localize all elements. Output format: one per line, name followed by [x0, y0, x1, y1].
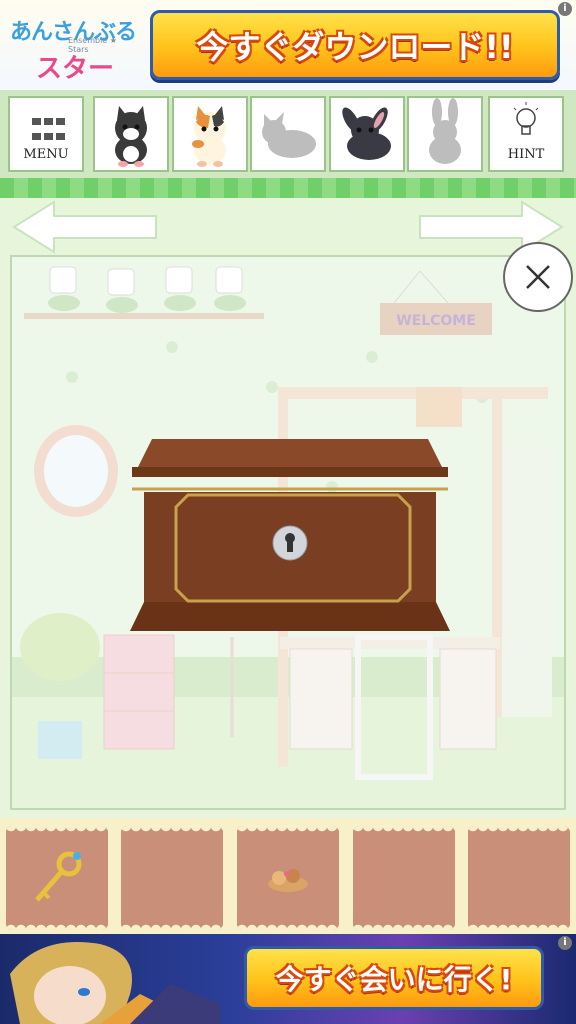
- menu-label: MENU: [23, 147, 69, 162]
- golden-key-icon: [35, 851, 82, 902]
- welcome-sign-text: WELCOME: [396, 313, 476, 329]
- inventory-slot-4[interactable]: [353, 826, 455, 930]
- toolbar-item-cat-silhouette[interactable]: [250, 96, 326, 172]
- rabbit-silhouette-icon: [429, 98, 461, 164]
- ad-info-icon[interactable]: i: [558, 2, 572, 16]
- menu-grid-icon: [32, 118, 65, 144]
- anime-character-image: [10, 942, 220, 1024]
- close-button[interactable]: [503, 242, 573, 312]
- inventory-bar: [0, 818, 576, 936]
- bottom-ad-banner[interactable]: 今すぐ会いに行く! i: [0, 934, 576, 1024]
- lightbulb-icon: [513, 102, 539, 135]
- toolbar-item-calico-cat[interactable]: [172, 96, 248, 172]
- hint-button[interactable]: HINT: [488, 96, 564, 172]
- inventory-slot-2[interactable]: [121, 826, 223, 930]
- cat-silhouette-icon: [262, 112, 316, 158]
- inventory-slot-1[interactable]: [6, 826, 108, 930]
- room-zoom-view: WELCOME: [10, 255, 566, 810]
- toolbar-item-black-rabbit[interactable]: [329, 96, 405, 172]
- grass-strip: [0, 178, 576, 198]
- left-arrow-icon[interactable]: [10, 200, 160, 254]
- hint-label: HINT: [507, 147, 545, 162]
- cookies-icon: [268, 869, 308, 892]
- ensemble-stars-logo[interactable]: あんさんぶる Ensemble ★ Stars スターズ!: [10, 8, 140, 121]
- download-now-label: 今すぐダウンロード!!: [196, 28, 514, 66]
- close-icon: [526, 265, 550, 289]
- menu-button[interactable]: MENU: [8, 96, 84, 172]
- meet-now-label: 今すぐ会いに行く!: [275, 963, 513, 996]
- bottom-ad-info-icon[interactable]: i: [558, 936, 572, 950]
- locked-wooden-chest[interactable]: [130, 437, 450, 633]
- meet-now-button[interactable]: 今すぐ会いに行く!: [244, 946, 544, 1010]
- black-cat-icon: [115, 106, 147, 167]
- toolbar-item-rabbit-silhouette[interactable]: [407, 96, 483, 172]
- top-ad-banner[interactable]: あんさんぶる Ensemble ★ Stars スターズ! 今すぐダウンロード!…: [0, 0, 576, 121]
- inventory-slot-3[interactable]: [237, 826, 339, 930]
- item-toolbar: MENU HINT: [0, 90, 576, 178]
- inventory-slot-5[interactable]: [468, 826, 570, 930]
- calico-cat-icon: [192, 106, 226, 167]
- download-now-button[interactable]: 今すぐダウンロード!!: [150, 10, 560, 80]
- toolbar-item-black-cat[interactable]: [93, 96, 169, 172]
- black-rabbit-icon: [342, 107, 391, 160]
